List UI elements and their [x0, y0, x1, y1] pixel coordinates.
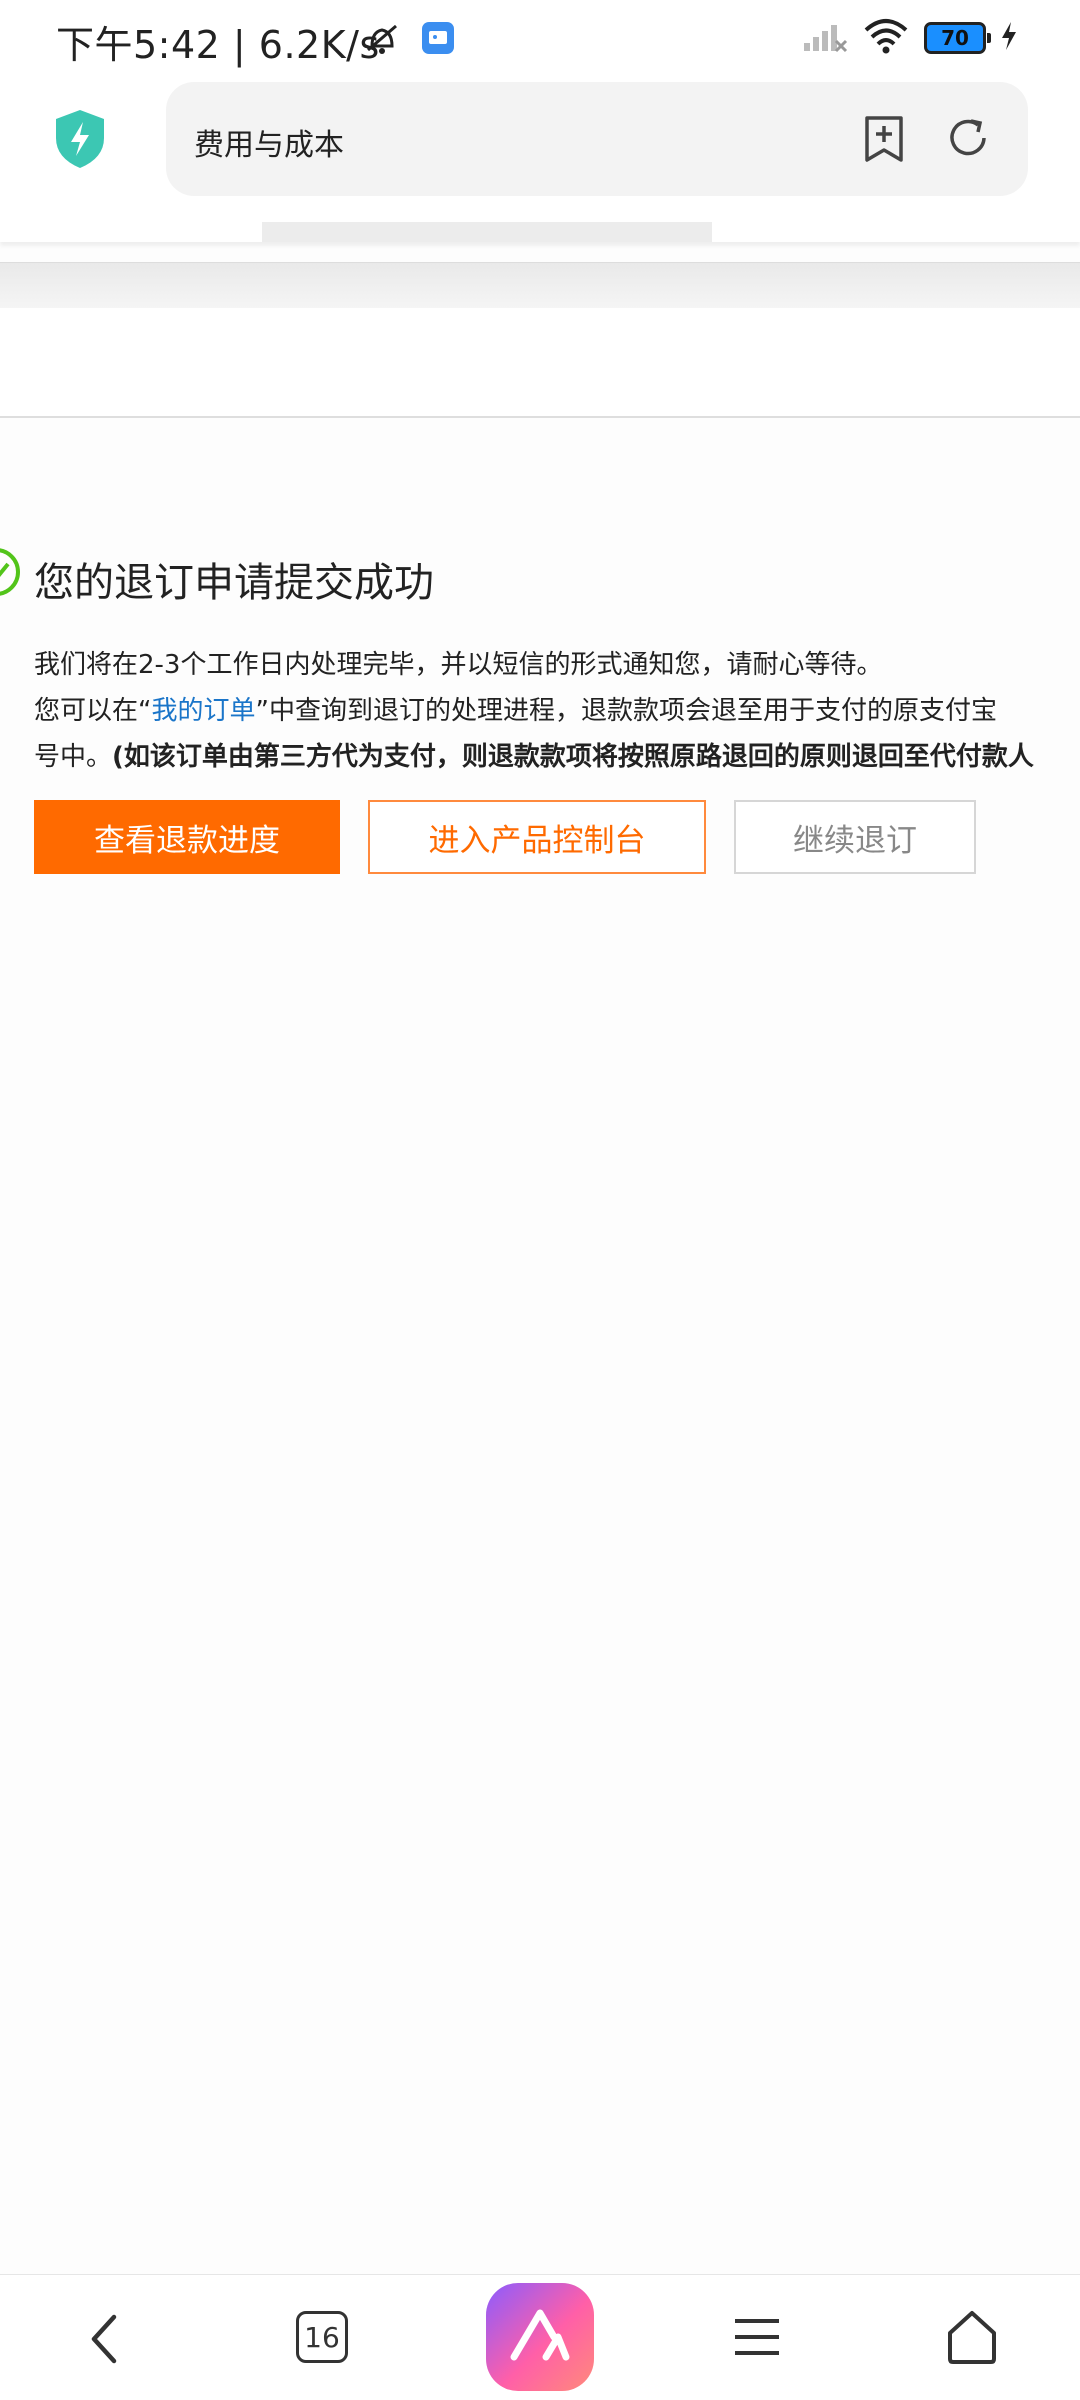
status-right: 70 — [802, 18, 1018, 58]
app-notification-icon — [420, 20, 456, 60]
battery-icon: 70 — [924, 22, 991, 54]
result-desc-line2: 您可以在“我的订单”中查询到退订的处理进程，退款款项会退至用于支付的原支付宝 — [34, 690, 997, 727]
bottom-nav-bar: 16 — [0, 2274, 1080, 2400]
ai-logo-icon — [508, 2307, 572, 2367]
page-nav-band — [0, 308, 1080, 418]
tabs-count-button[interactable]: 16 — [296, 2311, 348, 2363]
security-shield-icon[interactable] — [52, 108, 108, 174]
status-bar: 下午5:42 | 6.2K/s 70 — [0, 0, 1080, 78]
continue-unsubscribe-button[interactable]: 继续退订 — [734, 800, 976, 874]
charging-icon — [1000, 21, 1018, 55]
view-refund-progress-button[interactable]: 查看退款进度 — [34, 800, 340, 874]
refresh-icon[interactable] — [944, 114, 992, 166]
page-tab-strip — [262, 222, 712, 242]
mute-bell-icon — [362, 18, 402, 62]
desc-line3-bold: (如该订单由第三方代为支付，则退款款项将按照原路退回的原则退回至代付款人 — [112, 742, 1034, 772]
back-icon[interactable] — [86, 2313, 126, 2369]
desc-line3-prefix: 号中。 — [34, 742, 113, 772]
wifi-icon — [862, 18, 910, 58]
result-title: 您的退订申请提交成功 — [34, 560, 434, 606]
ai-assistant-button[interactable] — [486, 2283, 594, 2391]
success-check-icon — [0, 544, 24, 604]
home-icon[interactable] — [944, 2309, 1000, 2369]
signal-icon — [802, 19, 848, 57]
battery-level: 70 — [941, 26, 969, 50]
add-bookmark-icon[interactable] — [862, 114, 906, 168]
url-text: 费用与成本 — [194, 128, 344, 163]
desc-line2-prefix: 您可以在“ — [34, 696, 152, 726]
menu-icon[interactable] — [732, 2315, 782, 2363]
status-time: 下午5:42 | 6.2K/s — [56, 23, 380, 67]
browser-address-bar: 费用与成本 — [0, 78, 1080, 220]
url-field[interactable]: 费用与成本 — [166, 82, 1028, 196]
my-orders-link[interactable]: 我的订单 — [151, 696, 255, 726]
page-divider-bar — [0, 262, 1080, 308]
enter-console-button[interactable]: 进入产品控制台 — [368, 800, 706, 874]
desc-line2-suffix: ”中查询到退订的处理进程，退款款项会退至用于支付的原支付宝 — [255, 696, 997, 726]
status-left-icons — [362, 18, 456, 62]
result-desc-line3: 号中。(如该订单由第三方代为支付，则退款款项将按照原路退回的原则退回至代付款人 — [34, 736, 1034, 773]
result-desc-line1: 我们将在2-3个工作日内处理完毕，并以短信的形式通知您，请耐心等待。 — [34, 650, 883, 680]
